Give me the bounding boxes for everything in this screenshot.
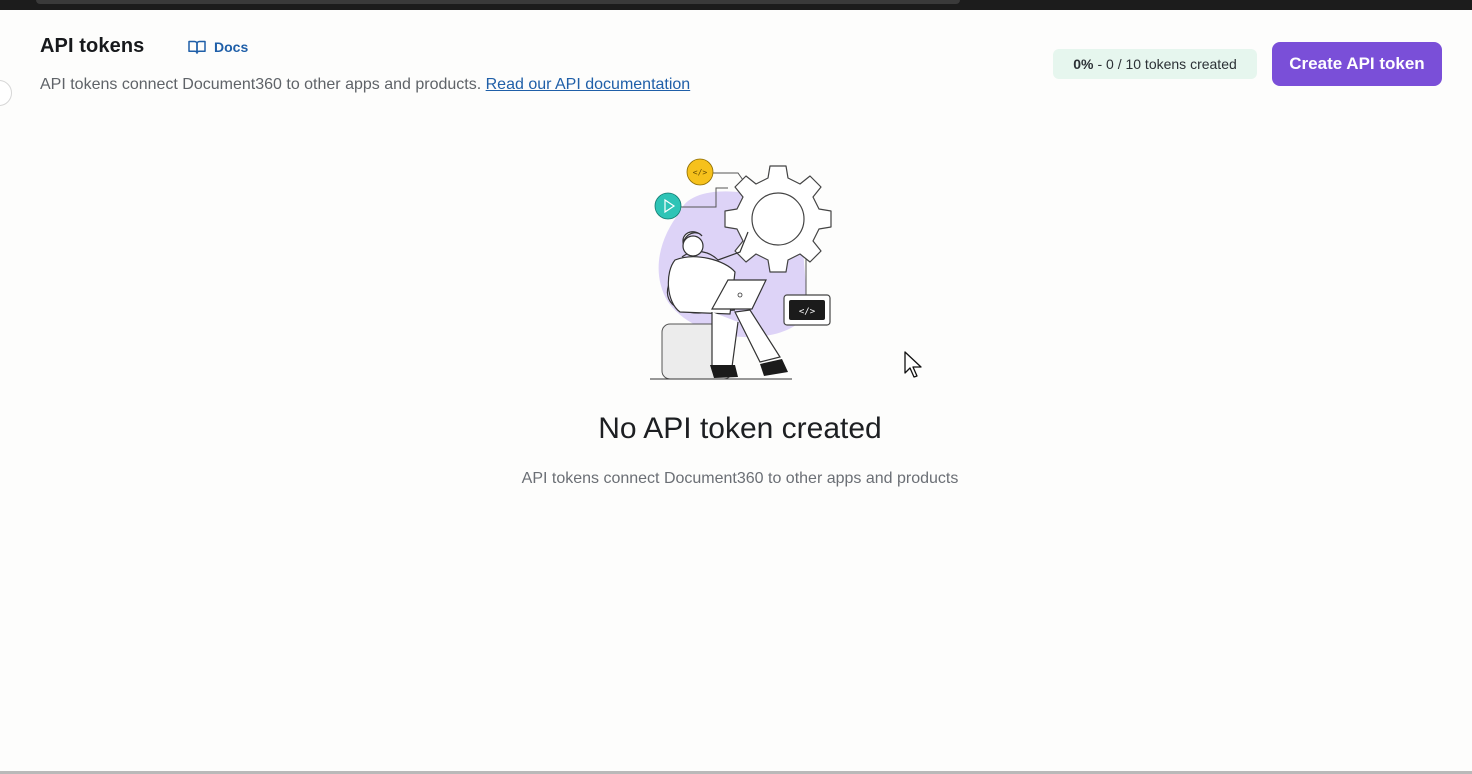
empty-state-description: API tokens connect Document360 to other … xyxy=(521,470,959,487)
docs-label: Docs xyxy=(214,39,249,55)
browser-tab-edge xyxy=(36,0,960,4)
usage-percent: 0% xyxy=(1073,56,1094,72)
usage-separator: - xyxy=(1097,56,1107,72)
api-documentation-link[interactable]: Read our API documentation xyxy=(486,76,691,93)
pointer-cursor-icon xyxy=(904,351,926,379)
page-subtitle: API tokens connect Document360 to other … xyxy=(40,76,690,94)
create-api-token-button[interactable]: Create API token xyxy=(1272,42,1442,86)
sidebar-collapse-toggle[interactable] xyxy=(0,80,12,106)
subtitle-text: API tokens connect Document360 to other … xyxy=(40,76,482,93)
empty-state-title: No API token created xyxy=(598,412,882,445)
code-badge-icon: </> xyxy=(686,158,714,186)
token-usage-badge: 0% - 0 / 10 tokens created xyxy=(1053,49,1257,79)
page-title: API tokens xyxy=(40,35,145,57)
usage-count: 0 / 10 tokens created xyxy=(1106,56,1237,72)
browser-top-strip xyxy=(0,0,1472,10)
docs-link[interactable]: Docs xyxy=(188,38,248,56)
gear-icon xyxy=(724,165,832,273)
terminal-icon: </> xyxy=(783,294,831,326)
empty-state-illustration: </> </> xyxy=(640,152,840,384)
svg-text:</>: </> xyxy=(693,168,708,177)
play-badge-icon xyxy=(654,192,682,220)
svg-text:</>: </> xyxy=(799,307,816,317)
book-icon xyxy=(188,40,206,54)
